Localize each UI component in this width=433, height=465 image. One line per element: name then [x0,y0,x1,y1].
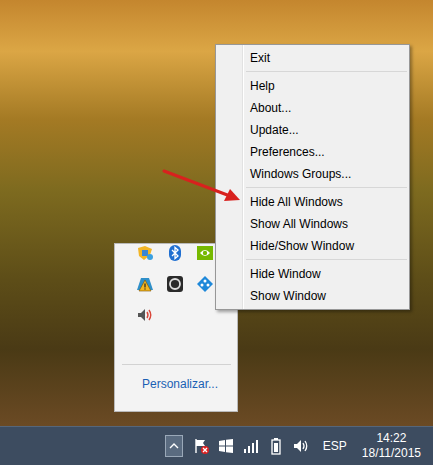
screen: Personalizar... Exit HelpAbout...Update...… [0,0,433,465]
context-menu: Exit HelpAbout...Update...Preferences...W… [215,44,410,310]
menu-item[interactable]: Hide/Show Window [218,235,407,257]
menu-separator [246,259,407,260]
volume-icon[interactable] [292,437,310,455]
bluetooth-icon[interactable] [166,244,184,262]
battery-icon[interactable] [267,437,285,455]
menu-item[interactable]: Show All Windows [218,213,407,235]
red-arrow-icon [160,165,245,207]
customize-link[interactable]: Personalizar... [115,365,237,391]
menu-item[interactable]: About... [218,97,407,119]
menu-separator [246,187,407,188]
menu-item[interactable]: Hide All Windows [218,191,407,213]
windows-icon[interactable] [217,437,235,455]
menu-item[interactable]: Help [218,75,407,97]
clock[interactable]: 14:2218/11/2015 [360,431,423,461]
signal-icon[interactable] [242,437,260,455]
menu-item[interactable]: Windows Groups... [218,163,407,185]
menu-separator [246,71,407,72]
network-app-icon[interactable] [196,275,214,293]
clock-time: 14:22 [376,431,406,446]
menu-item[interactable]: Exit [218,47,407,69]
app-puzzle-icon[interactable] [136,244,154,262]
warning-app-icon[interactable] [136,275,154,293]
menu-item[interactable]: Preferences... [218,141,407,163]
menu-item[interactable]: Hide Window [218,263,407,285]
input-language[interactable]: ESP [317,439,353,453]
menu-item[interactable]: Update... [218,119,407,141]
show-hidden-icons-button[interactable] [165,435,183,457]
menu-item[interactable]: Show Window [218,285,407,307]
chevron-up-icon [169,443,179,449]
taskbar: ESP 14:2218/11/2015 [0,426,433,465]
desktop: Personalizar... Exit HelpAbout...Update...… [0,0,433,426]
speaker-icon[interactable] [136,306,154,324]
circle-app-icon[interactable] [166,275,184,293]
action-center-flag-icon[interactable] [192,437,210,455]
tray-separator [122,364,231,365]
nvidia-icon[interactable] [196,244,214,262]
clock-date: 18/11/2015 [362,446,421,461]
